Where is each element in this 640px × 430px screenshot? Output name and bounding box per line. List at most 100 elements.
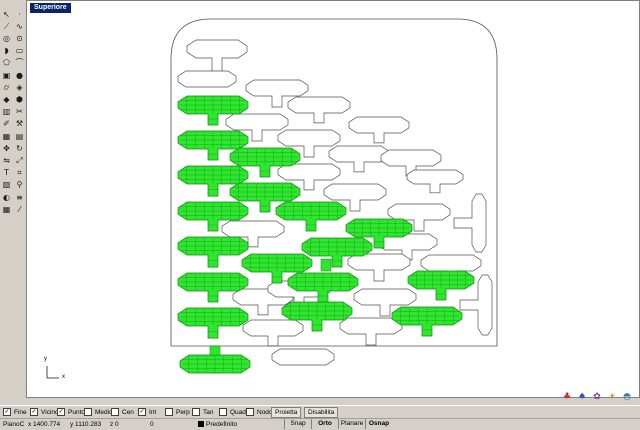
osnap-tan[interactable]: Tan — [192, 407, 213, 417]
disable-button[interactable]: Disabilita — [304, 407, 339, 418]
osnap-checkbox[interactable] — [192, 408, 200, 416]
osnap-checkbox[interactable] — [84, 408, 92, 416]
nested-part[interactable] — [347, 253, 411, 282]
axis-x-label: x — [62, 374, 65, 380]
split-icon[interactable]: ✂ — [14, 107, 25, 118]
osnap-checkbox[interactable]: ✓ — [57, 408, 65, 416]
viewport-top[interactable]: Superiore y x — [26, 0, 640, 398]
array-icon[interactable]: ▤ — [14, 131, 25, 142]
osnap-label: Cen — [122, 408, 134, 416]
move-icon[interactable]: ✥ — [1, 143, 12, 154]
light-icon[interactable]: ☀ — [605, 391, 619, 403]
osnap-checkbox[interactable]: ✓ — [3, 408, 11, 416]
osnap-punto[interactable]: ✓ Punto — [57, 407, 85, 417]
osnap-checkbox[interactable]: ✓ — [138, 408, 146, 416]
osnap-vicino[interactable]: ✓ Vicino — [30, 407, 59, 417]
nested-part-selected[interactable] — [391, 306, 463, 337]
scale-icon[interactable]: ⤢ — [14, 155, 25, 166]
osnap-label: Fine — [14, 408, 27, 416]
surface-icon[interactable]: ◈ — [14, 82, 25, 93]
render-icon[interactable]: ◐ — [1, 192, 12, 203]
ruler-icon[interactable]: ⁄ — [14, 204, 25, 215]
polyline-icon[interactable]: ⟋ — [1, 21, 12, 32]
coordinate-y: y 1110.283 — [70, 421, 102, 428]
osnap-cen[interactable]: Cen — [111, 407, 134, 417]
coordinate-x: x 1400.774 — [28, 421, 61, 428]
osnap-checkbox[interactable] — [165, 408, 173, 416]
layer-name: Predefinito — [206, 421, 238, 428]
nested-part-selected[interactable] — [407, 270, 475, 301]
polygon-icon[interactable]: ⬠ — [1, 58, 12, 69]
osnap-checkbox[interactable] — [111, 408, 119, 416]
select-arrow-icon[interactable]: ↖ — [1, 9, 12, 20]
boolean-icon[interactable]: ▥ — [1, 107, 12, 118]
osnap-label: Tan — [203, 408, 214, 416]
trim-icon[interactable]: ✐ — [1, 119, 12, 130]
project-button[interactable]: Proietta — [271, 407, 302, 418]
text-icon[interactable]: T — [1, 168, 12, 179]
nested-part[interactable] — [177, 70, 237, 88]
part-stem[interactable] — [209, 345, 221, 356]
snap-toggle[interactable]: Snap — [284, 419, 311, 429]
extrude-icon[interactable]: ◆ — [1, 94, 12, 105]
sphere-icon[interactable]: ● — [14, 70, 25, 81]
arc-icon[interactable]: ◗ — [1, 46, 12, 57]
osnap-checkbox[interactable] — [219, 408, 227, 416]
nested-part[interactable] — [186, 39, 248, 72]
osnap-bar: ✓ Fine ✓ Vicino ✓ Punto Medio Cen ✓ Int Perp Tan Qua… — [0, 405, 640, 418]
point-icon[interactable]: · — [14, 9, 25, 20]
osnap-quad[interactable]: Quad — [219, 407, 246, 417]
curve-icon[interactable]: ∿ — [14, 21, 25, 32]
nested-part[interactable] — [348, 116, 410, 144]
tool-palette: ↖ · ⟋ ∿ ◎ ⊙ ◗ ▭ ⬠ ⌒ ▣ ● ⌭ ◈ ◆ ⬢ ▥ ✂ ✐ ⚒ ▦ ▤ ✥ ↻ ⇋ ⤢ T ⌗ ▧ ⚲ ◐ ≡ ▦ ⁄ — [0, 0, 27, 398]
fillet-icon[interactable]: ⌒ — [14, 58, 25, 69]
join-icon[interactable]: ⚒ — [14, 119, 25, 130]
part-stem[interactable] — [320, 258, 332, 272]
osnap-nodo[interactable]: Nodo — [246, 407, 273, 417]
shade-icon[interactable]: ♠ — [575, 391, 589, 403]
mirror-icon[interactable]: ⇋ — [1, 155, 12, 166]
circle-icon[interactable]: ◎ — [1, 33, 12, 44]
axis-y-label: y — [44, 356, 47, 362]
nested-part[interactable] — [339, 317, 403, 346]
solid-icon[interactable]: ⬢ — [14, 94, 25, 105]
dimension-icon[interactable]: ⌗ — [14, 168, 25, 179]
nested-part-selected[interactable] — [179, 354, 251, 374]
properties-icon[interactable]: ≡ — [14, 192, 25, 203]
nested-part[interactable] — [406, 169, 464, 194]
nested-part-selected[interactable] — [177, 307, 249, 339]
material-icon[interactable]: ✿ — [590, 391, 604, 403]
nested-part[interactable] — [242, 319, 304, 347]
cylinder-icon[interactable]: ⌭ — [1, 82, 12, 93]
osnap-perp[interactable]: Perp — [165, 407, 190, 417]
osnap-checkbox[interactable] — [246, 408, 254, 416]
nested-part[interactable] — [287, 96, 351, 124]
construction-plane: PianoC — [3, 421, 25, 428]
planar-toggle[interactable]: Planare — [338, 419, 365, 429]
osnap-label: Punto — [68, 408, 85, 416]
box-icon[interactable]: ▣ — [1, 70, 12, 81]
osnap-checkbox[interactable]: ✓ — [30, 408, 38, 416]
ortho-toggle[interactable]: Orto — [311, 419, 338, 429]
coordinate-z: z 0 — [110, 421, 119, 428]
current-layer[interactable]: Predefinito — [198, 420, 237, 429]
layer-icon[interactable]: ▧ — [1, 180, 12, 191]
nested-part-selected[interactable] — [275, 201, 347, 232]
analyze-icon[interactable]: ⚲ — [14, 180, 25, 191]
grid-icon[interactable]: ▦ — [1, 204, 12, 215]
group-icon[interactable]: ▦ — [1, 131, 12, 142]
osnap-toggle[interactable]: Osnap — [365, 419, 392, 429]
nested-part-selected[interactable] — [177, 236, 249, 268]
rectangle-icon[interactable]: ▭ — [14, 46, 25, 57]
rotate-icon[interactable]: ↻ — [14, 143, 25, 154]
render-preview-icon[interactable]: ♣ — [560, 391, 574, 403]
environment-icon[interactable]: ◓ — [620, 391, 634, 403]
osnap-fine[interactable]: ✓ Fine — [3, 407, 27, 417]
osnap-label: Vicino — [41, 408, 59, 416]
ellipse-icon[interactable]: ⊙ — [14, 33, 25, 44]
osnap-medio[interactable]: Medio — [84, 407, 113, 417]
nested-part[interactable] — [453, 193, 487, 253]
nested-part[interactable] — [271, 348, 335, 366]
nesting-canvas[interactable] — [27, 1, 639, 397]
osnap-int[interactable]: ✓ Int — [138, 407, 156, 417]
